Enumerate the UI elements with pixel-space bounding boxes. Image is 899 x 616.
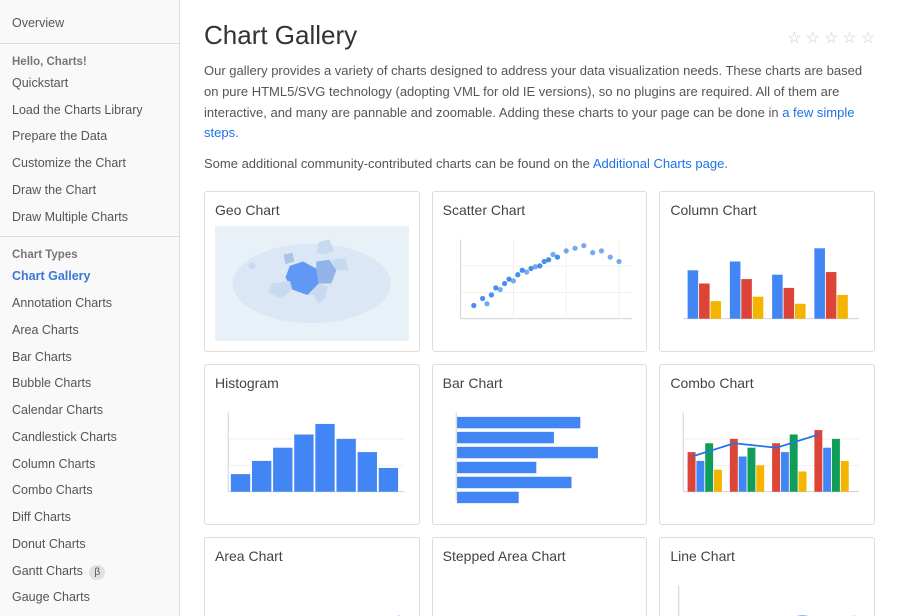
sidebar-item-geo[interactable]: GeoCharts <box>0 611 179 616</box>
chart-title-bar: Bar Chart <box>443 375 637 391</box>
sidebar-item-donut[interactable]: Donut Charts <box>0 531 179 558</box>
chart-card-line[interactable]: Line Chart <box>659 537 875 616</box>
star-3[interactable]: ☆ <box>824 28 838 48</box>
chart-card-histogram[interactable]: Histogram <box>204 364 420 525</box>
chart-canvas-scatter <box>443 226 637 341</box>
chart-canvas-column <box>670 226 864 341</box>
chart-canvas-combo <box>670 399 864 514</box>
sidebar-item-diff[interactable]: Diff Charts <box>0 504 179 531</box>
chart-title-line: Line Chart <box>670 548 864 564</box>
star-1[interactable]: ☆ <box>787 28 801 48</box>
page-title: Chart Gallery <box>204 20 357 51</box>
chart-card-column[interactable]: Column Chart <box>659 191 875 352</box>
chart-title-combo: Combo Chart <box>670 375 864 391</box>
sidebar-group-hello: Hello, Charts! <box>0 50 179 70</box>
additional-charts-link[interactable]: Additional Charts page. <box>593 156 728 171</box>
chart-title-scatter: Scatter Chart <box>443 202 637 218</box>
sidebar-item-customize[interactable]: Customize the Chart <box>0 150 179 177</box>
star-4[interactable]: ☆ <box>842 28 856 48</box>
description-1: Our gallery provides a variety of charts… <box>204 61 874 144</box>
chart-card-bar[interactable]: Bar Chart <box>432 364 648 525</box>
sidebar-item-bubble[interactable]: Bubble Charts <box>0 370 179 397</box>
sidebar-item-gantt[interactable]: Gantt Charts β <box>0 558 179 585</box>
star-2[interactable]: ☆ <box>806 28 820 48</box>
sidebar-item-prepare[interactable]: Prepare the Data <box>0 123 179 150</box>
chart-title-stepped: Stepped Area Chart <box>443 548 637 564</box>
chart-grid: Geo Chart <box>204 191 875 616</box>
sidebar-item-combo[interactable]: Combo Charts <box>0 477 179 504</box>
description-2: Some additional community-contributed ch… <box>204 154 874 175</box>
chart-title-area: Area Chart <box>215 548 409 564</box>
sidebar-item-calendar[interactable]: Calendar Charts <box>0 397 179 424</box>
chart-card-combo[interactable]: Combo Chart <box>659 364 875 525</box>
chart-card-scatter[interactable]: Scatter Chart <box>432 191 648 352</box>
chart-card-stepped[interactable]: Stepped Area Chart <box>432 537 648 616</box>
star-5[interactable]: ☆ <box>861 28 875 48</box>
sidebar-item-load[interactable]: Load the Charts Library <box>0 97 179 124</box>
main-content: Chart Gallery ☆ ☆ ☆ ☆ ☆ Our gallery prov… <box>180 0 899 616</box>
sidebar-item-annotation[interactable]: Annotation Charts <box>0 290 179 317</box>
gantt-badge: β <box>89 565 105 580</box>
sidebar-item-chart-gallery[interactable]: Chart Gallery <box>0 263 179 290</box>
sidebar-item-draw[interactable]: Draw the Chart <box>0 177 179 204</box>
sidebar-item-area[interactable]: Area Charts <box>0 317 179 344</box>
chart-canvas-area <box>215 572 409 616</box>
chart-card-area[interactable]: Area Chart <box>204 537 420 616</box>
sidebar-item-candlestick[interactable]: Candlestick Charts <box>0 424 179 451</box>
sidebar: Overview Hello, Charts! Quickstart Load … <box>0 0 180 616</box>
chart-title-histogram: Histogram <box>215 375 409 391</box>
sidebar-item-quickstart[interactable]: Quickstart <box>0 70 179 97</box>
sidebar-item-bar[interactable]: Bar Charts <box>0 344 179 371</box>
chart-canvas-stepped <box>443 572 637 616</box>
chart-canvas-line <box>670 572 864 616</box>
star-rating[interactable]: ☆ ☆ ☆ ☆ ☆ <box>787 28 875 48</box>
chart-canvas-geo <box>215 226 409 341</box>
chart-title-column: Column Chart <box>670 202 864 218</box>
sidebar-item-overview[interactable]: Overview <box>0 10 179 37</box>
chart-canvas-histogram <box>215 399 409 514</box>
sidebar-item-column[interactable]: Column Charts <box>0 451 179 478</box>
sidebar-item-gauge[interactable]: Gauge Charts <box>0 584 179 611</box>
chart-title-geo: Geo Chart <box>215 202 409 218</box>
chart-canvas-bar <box>443 399 637 514</box>
chart-card-geo[interactable]: Geo Chart <box>204 191 420 352</box>
sidebar-item-draw-multiple[interactable]: Draw Multiple Charts <box>0 204 179 231</box>
sidebar-section-chart-types: Chart Types <box>0 243 179 263</box>
